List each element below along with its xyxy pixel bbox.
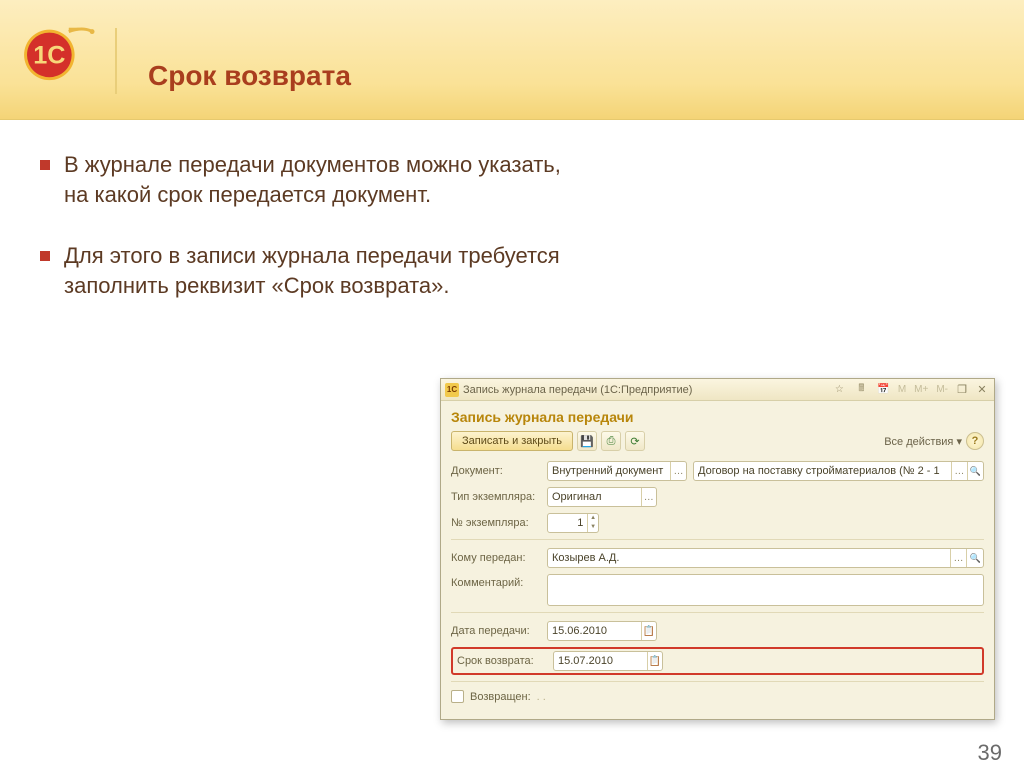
header-divider <box>115 28 117 94</box>
open-icon[interactable]: 🔍 <box>966 549 983 567</box>
row-pass-date: Дата передачи: 📋 <box>451 621 984 641</box>
lookup-icon[interactable]: … <box>641 488 656 506</box>
calculator-icon[interactable]: 🖩 <box>852 382 870 398</box>
pass-date-label: Дата передачи: <box>451 625 541 637</box>
window-title: Запись журнала передачи (1С:Предприятие) <box>463 384 692 396</box>
row-given-to: Кому передан: … 🔍 <box>451 548 984 568</box>
row-comment: Комментарий: <box>451 574 984 606</box>
refresh-icon[interactable]: ⟳ <box>625 431 645 451</box>
calendar-icon[interactable]: 📋 <box>647 652 662 670</box>
dialog-transfer-journal-record: 1C Запись журнала передачи (1С:Предприят… <box>440 378 995 720</box>
slide-content: В журнале передачи документов можно указ… <box>40 150 580 333</box>
return-date-highlight: Срок возврата: 📋 <box>451 647 984 675</box>
given-to-field[interactable]: … 🔍 <box>547 548 984 568</box>
save-icon[interactable]: 💾 <box>577 431 597 451</box>
document-value-field[interactable]: … 🔍 <box>693 461 984 481</box>
window-restore-icon[interactable]: ❐ <box>954 383 970 396</box>
all-actions-link[interactable]: Все действия ▾ <box>884 435 962 448</box>
copy-no-label: № экземпляра: <box>451 517 541 529</box>
returned-date-placeholder: . . <box>537 691 546 703</box>
app-icon: 1C <box>445 383 459 397</box>
bullet-icon <box>40 160 50 170</box>
calendar-icon[interactable]: 📅 <box>874 382 892 398</box>
row-copy-type: Тип экземпляра: … <box>451 487 984 507</box>
print-icon[interactable]: ⎙ <box>601 431 621 451</box>
copy-no-field[interactable]: ▲▼ <box>547 513 599 533</box>
row-return-date: Срок возврата: 📋 <box>457 651 978 671</box>
row-copy-no: № экземпляра: ▲▼ <box>451 513 984 533</box>
document-type-input[interactable] <box>548 465 670 477</box>
given-to-label: Кому передан: <box>451 552 541 564</box>
comment-field[interactable] <box>547 574 984 606</box>
save-and-close-button[interactable]: Записать и закрыть <box>451 431 573 451</box>
close-icon[interactable]: ✕ <box>974 383 990 396</box>
return-date-input[interactable] <box>554 655 647 667</box>
logo-1c: 1С <box>22 18 100 86</box>
help-icon[interactable]: ? <box>966 432 984 450</box>
bullet-text: Для этого в записи журнала передачи треб… <box>64 241 580 300</box>
bullet-item: В журнале передачи документов можно указ… <box>40 150 580 209</box>
slide-title: Срок возврата <box>148 60 351 92</box>
document-type-field[interactable]: … <box>547 461 687 481</box>
svg-text:1С: 1С <box>33 42 65 70</box>
comment-label: Комментарий: <box>451 574 541 589</box>
given-to-input[interactable] <box>548 552 950 564</box>
favorite-icon[interactable]: ☆ <box>830 382 848 398</box>
document-label: Документ: <box>451 465 541 477</box>
open-icon[interactable]: 🔍 <box>967 462 983 480</box>
returned-checkbox[interactable] <box>451 690 464 703</box>
returned-label: Возвращен: <box>470 691 531 703</box>
copy-no-input[interactable] <box>548 517 587 529</box>
separator <box>451 612 984 613</box>
memory-m-plus[interactable]: M+ <box>912 384 930 395</box>
separator <box>451 681 984 682</box>
all-actions-label: Все действия <box>884 436 953 448</box>
calendar-icon[interactable]: 📋 <box>641 622 656 640</box>
pass-date-input[interactable] <box>548 625 641 637</box>
return-date-field[interactable]: 📋 <box>553 651 663 671</box>
memory-m-minus[interactable]: M- <box>934 384 950 395</box>
copy-type-label: Тип экземпляра: <box>451 491 541 503</box>
pass-date-field[interactable]: 📋 <box>547 621 657 641</box>
row-document: Документ: … … 🔍 <box>451 461 984 481</box>
dialog-caption: Запись журнала передачи <box>451 409 984 425</box>
copy-type-input[interactable] <box>548 491 641 503</box>
bullet-text: В журнале передачи документов можно указ… <box>64 150 580 209</box>
dialog-titlebar: 1C Запись журнала передачи (1С:Предприят… <box>441 379 994 401</box>
return-date-label: Срок возврата: <box>457 655 547 667</box>
lookup-icon[interactable]: … <box>950 549 967 567</box>
bullet-icon <box>40 251 50 261</box>
bullet-item: Для этого в записи журнала передачи треб… <box>40 241 580 300</box>
spinner[interactable]: ▲▼ <box>587 514 598 532</box>
separator <box>451 539 984 540</box>
dialog-toolbar: Записать и закрыть 💾 ⎙ ⟳ Все действия ▾ … <box>451 431 984 451</box>
lookup-icon[interactable]: … <box>670 462 686 480</box>
lookup-icon[interactable]: … <box>951 462 967 480</box>
memory-m[interactable]: M <box>896 384 908 395</box>
chevron-down-icon: ▾ <box>956 436 962 448</box>
page-number: 39 <box>978 740 1002 766</box>
row-returned: Возвращен: . . <box>451 690 984 703</box>
slide-header: 1С Срок возврата <box>0 0 1024 120</box>
document-value-input[interactable] <box>694 465 951 477</box>
copy-type-field[interactable]: … <box>547 487 657 507</box>
